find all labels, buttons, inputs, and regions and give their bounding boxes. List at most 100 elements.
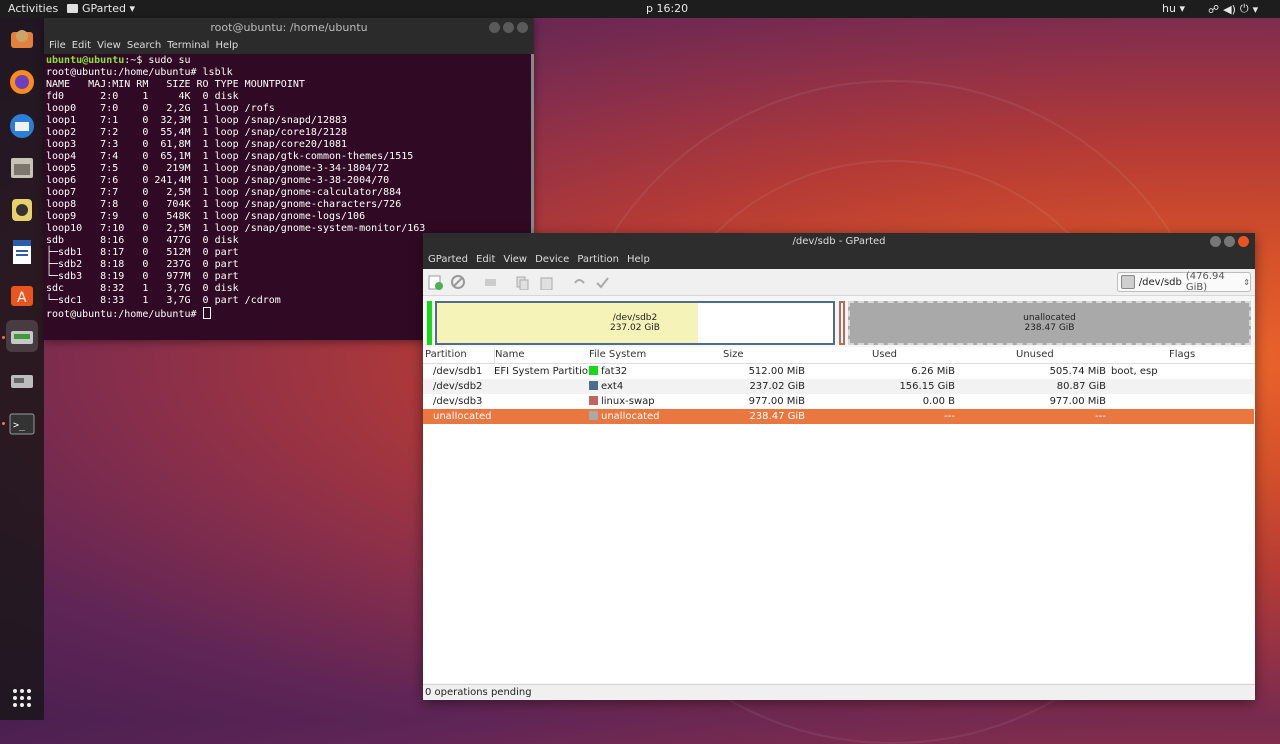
network-icon: ☍ xyxy=(1208,2,1220,16)
terminal-titlebar[interactable]: root@ubuntu: /home/ubuntu xyxy=(44,18,534,38)
chevron-down-icon: ▾ xyxy=(1252,2,1259,16)
cell-flags: boot, esp xyxy=(1111,366,1158,377)
column-filesystem[interactable]: File System xyxy=(589,347,646,363)
cell-size: 237.02 GiB xyxy=(749,381,805,392)
writer-icon xyxy=(13,240,31,264)
column-partition[interactable]: Partition xyxy=(425,347,467,363)
app-menu-button[interactable]: GParted ▾ xyxy=(67,2,135,15)
column-name[interactable]: Name xyxy=(494,347,525,363)
cell-unused: 505.74 MiB xyxy=(1049,366,1106,377)
terminal-scrollbar[interactable] xyxy=(531,54,534,244)
terminal-line: └─sdc1 8:33 1 3,7G 0 part /cdrom xyxy=(46,295,281,306)
cell-used: 156.15 GiB xyxy=(899,381,955,392)
system-menu[interactable]: ☍ ◀) ⏻ ▾ xyxy=(1208,2,1258,16)
menu-terminal[interactable]: Terminal xyxy=(167,38,209,54)
terminal-line: NAME MAJ:MIN RM SIZE RO TYPE MOUNTPOINT xyxy=(46,79,305,90)
menu-view[interactable]: View xyxy=(97,38,121,54)
map-sdb2[interactable]: /dev/sdb2 237.02 GiB xyxy=(435,301,835,345)
terminal-line: root@ubuntu:/home/ubuntu# lsblk xyxy=(46,67,233,78)
dock-files[interactable] xyxy=(6,152,38,184)
table-row[interactable]: /dev/sdb2 ext4 237.02 GiB 156.15 GiB 80.… xyxy=(423,379,1254,394)
column-size[interactable]: Size xyxy=(723,347,744,363)
terminal-line: sdc 8:32 1 3,7G 0 disk xyxy=(46,283,239,294)
cell-partition: /dev/sdb1 xyxy=(433,366,483,377)
terminal-icon: >_ xyxy=(9,413,35,435)
dock: A >_ xyxy=(0,18,44,720)
cell-unused: 80.87 GiB xyxy=(1056,381,1106,392)
gparted-window[interactable]: /dev/sdb - GParted GParted Edit View Dev… xyxy=(423,233,1255,700)
maximize-button[interactable] xyxy=(1224,236,1235,247)
partition-map: /dev/sdb2 237.02 GiB unallocated 238.47 … xyxy=(423,296,1255,348)
running-indicator xyxy=(2,422,5,425)
menu-search[interactable]: Search xyxy=(127,38,161,54)
table-row[interactable]: /dev/sdb3 linux-swap 977.00 MiB 0.00 B 9… xyxy=(423,394,1254,409)
column-flags[interactable]: Flags xyxy=(1169,347,1195,363)
paste-icon[interactable] xyxy=(539,275,554,290)
terminal-line: loop0 7:0 0 2,2G 1 loop /rofs xyxy=(46,103,275,114)
gparted-titlebar[interactable]: /dev/sdb - GParted xyxy=(423,233,1255,251)
column-unused[interactable]: Unused xyxy=(1016,347,1054,363)
dock-rhythmbox[interactable] xyxy=(6,194,38,226)
map-sdb3[interactable] xyxy=(839,301,845,345)
fs-color-swatch xyxy=(589,411,598,420)
terminal-line: loop5 7:5 0 219M 1 loop /snap/gnome-3-34… xyxy=(46,163,390,174)
minimize-button[interactable] xyxy=(489,22,500,33)
cell-used: 6.26 MiB xyxy=(911,366,955,377)
software-center-icon: A xyxy=(11,286,33,306)
dock-gparted[interactable] xyxy=(6,320,38,352)
map-sdb2-size: 237.02 GiB xyxy=(609,323,660,333)
delete-partition-icon[interactable] xyxy=(451,275,466,290)
apply-icon[interactable] xyxy=(595,275,610,290)
clock[interactable]: p 16:20 xyxy=(646,2,688,15)
terminal-line: loop7 7:7 0 2,5M 1 loop /snap/gnome-calc… xyxy=(46,187,402,198)
table-row-selected[interactable]: unallocated unallocated 238.47 GiB --- -… xyxy=(423,409,1254,424)
cell-name: EFI System Partition xyxy=(494,366,595,377)
gparted-title: /dev/sdb - GParted xyxy=(792,236,886,247)
undo-icon[interactable] xyxy=(571,275,586,290)
menu-partition[interactable]: Partition xyxy=(577,251,619,269)
new-partition-icon[interactable] xyxy=(428,275,443,290)
minimize-button[interactable] xyxy=(1210,236,1221,247)
keyboard-layout-button[interactable]: hu ▾ xyxy=(1162,2,1185,15)
map-unallocated[interactable]: unallocated 238.47 GiB xyxy=(848,301,1251,345)
maximize-button[interactable] xyxy=(503,22,514,33)
menu-help[interactable]: Help xyxy=(215,38,238,54)
terminal-line: fd0 2:0 1 4K 0 disk xyxy=(46,91,239,102)
thunderbird-icon xyxy=(10,114,34,138)
dock-software[interactable]: A xyxy=(6,278,38,310)
column-header: Partition Name File System Size Used Unu… xyxy=(423,347,1255,364)
menu-edit[interactable]: Edit xyxy=(476,251,495,269)
menu-gparted[interactable]: GParted xyxy=(428,251,468,269)
close-button[interactable] xyxy=(1238,236,1249,247)
cell-partition: /dev/sdb2 xyxy=(433,381,483,392)
table-row[interactable]: /dev/sdb1 EFI System Partition fat32 512… xyxy=(423,364,1254,379)
close-button[interactable] xyxy=(517,22,528,33)
menu-help[interactable]: Help xyxy=(627,251,650,269)
dock-installer[interactable] xyxy=(6,22,38,54)
firefox-icon xyxy=(10,70,34,94)
terminal-line: loop10 7:10 0 2,5M 1 loop /snap/gnome-sy… xyxy=(46,223,426,234)
menu-device[interactable]: Device xyxy=(535,251,569,269)
terminal-line: sdb 8:16 0 477G 0 disk xyxy=(46,235,239,246)
dock-writer[interactable] xyxy=(6,236,38,268)
clock-label: p 16:20 xyxy=(646,2,689,15)
device-selector[interactable]: /dev/sdb (476.94 GiB) ⇕ xyxy=(1117,271,1251,293)
copy-icon[interactable] xyxy=(515,275,530,290)
menu-edit[interactable]: Edit xyxy=(72,38,91,54)
map-unallocated-name: unallocated xyxy=(1023,313,1076,323)
show-applications-button[interactable] xyxy=(6,682,38,714)
dock-terminal[interactable]: >_ xyxy=(6,408,38,440)
map-sdb1[interactable] xyxy=(427,301,432,345)
dock-disk-utility[interactable] xyxy=(6,364,38,396)
menu-file[interactable]: File xyxy=(49,38,66,54)
terminal-cursor xyxy=(202,307,211,319)
keyboard-layout-label: hu ▾ xyxy=(1162,2,1185,15)
menu-view[interactable]: View xyxy=(503,251,527,269)
dock-thunderbird[interactable] xyxy=(6,110,38,142)
activities-button[interactable]: Activities xyxy=(8,2,58,15)
dock-firefox[interactable] xyxy=(6,66,38,98)
resize-move-icon[interactable] xyxy=(483,275,498,290)
cell-unused: --- xyxy=(1095,411,1106,422)
partition-list: Partition Name File System Size Used Unu… xyxy=(423,347,1255,683)
column-used[interactable]: Used xyxy=(872,347,897,363)
